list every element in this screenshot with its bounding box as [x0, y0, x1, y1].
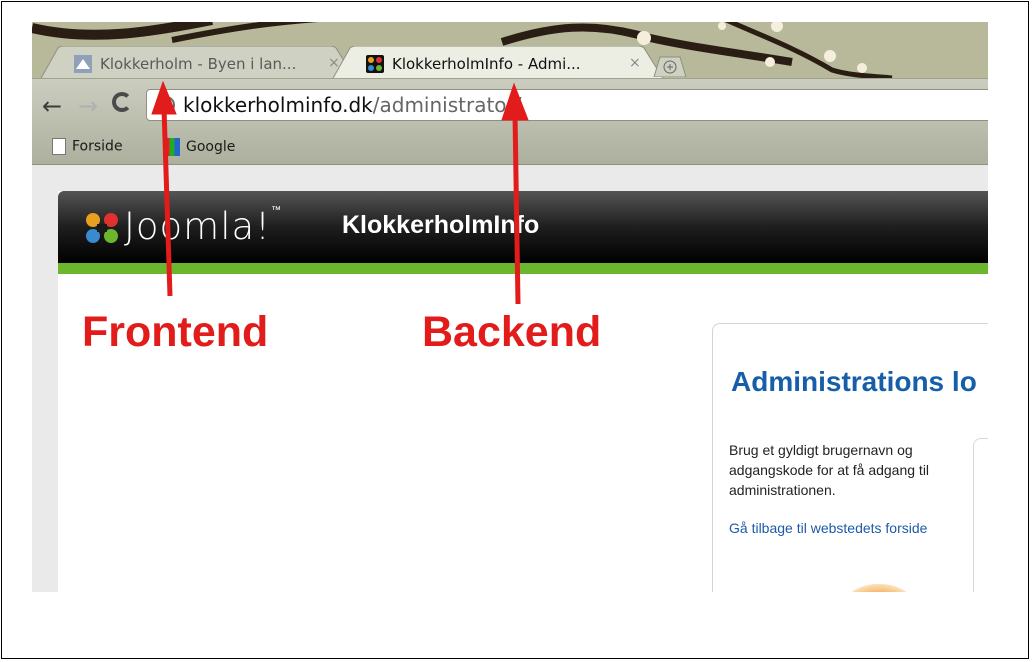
frontend-label: Frontend — [82, 308, 269, 356]
backend-arrow — [501, 82, 529, 305]
frontend-arrow — [151, 80, 177, 297]
screenshot-frame: Klokkerholm - Byen i lan... × Klokkerhol… — [1, 1, 1029, 659]
backend-label: Backend — [422, 308, 602, 356]
